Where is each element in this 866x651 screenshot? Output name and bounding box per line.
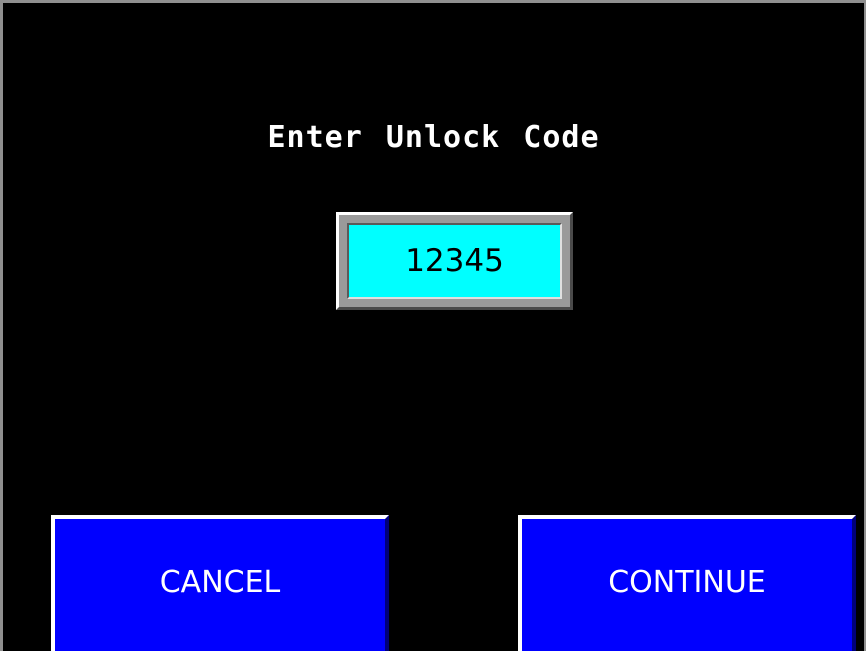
unlock-code-display[interactable]: 12345 xyxy=(347,223,562,299)
cancel-button[interactable]: CANCEL xyxy=(51,515,389,651)
cancel-button-label: CANCEL xyxy=(159,564,281,600)
unlock-code-screen: Enter Unlock Code 12345 CANCEL CONTINUE xyxy=(0,0,866,651)
unlock-code-value: 12345 xyxy=(405,242,504,279)
continue-button[interactable]: CONTINUE xyxy=(518,515,856,651)
page-title: Enter Unlock Code xyxy=(267,120,600,155)
unlock-code-field[interactable]: 12345 xyxy=(336,212,573,310)
continue-button-label: CONTINUE xyxy=(608,564,766,600)
